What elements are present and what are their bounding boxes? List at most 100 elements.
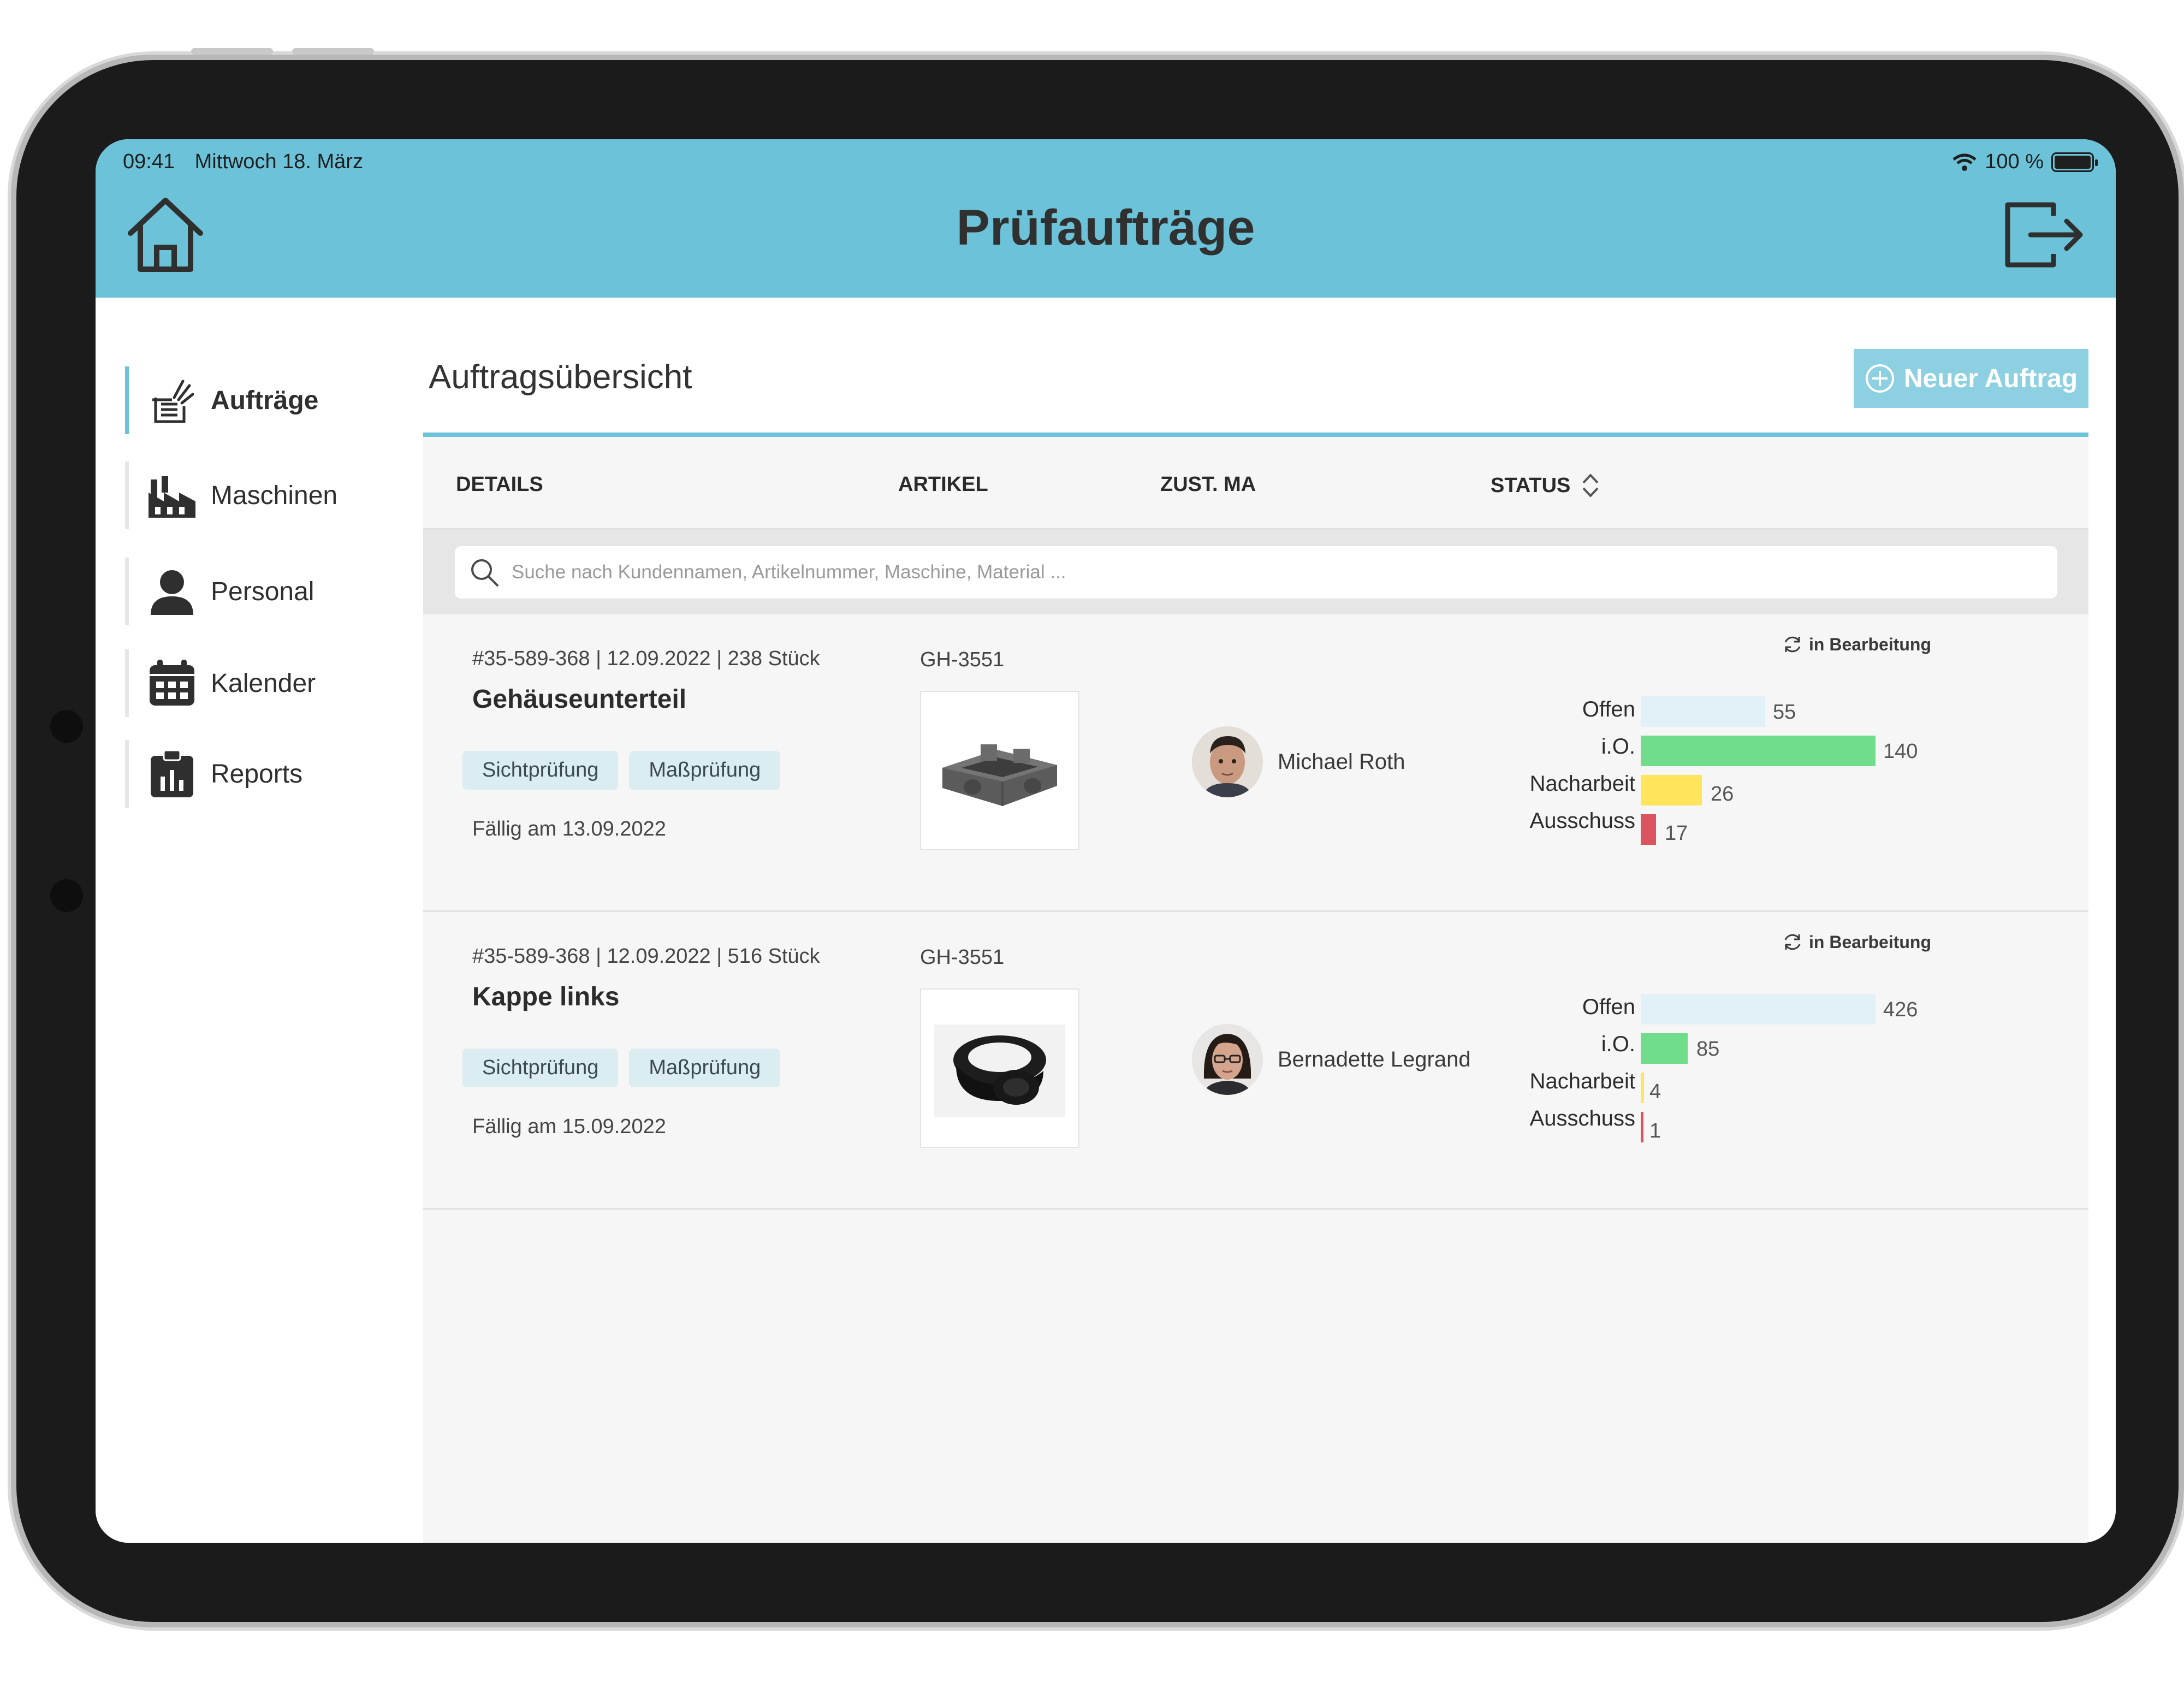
stat-value-ausschuss: 17 (1665, 822, 1688, 845)
tablet-frame: 09:41 Mittwoch 18. März 100 % Prüfaufträ… (11, 48, 2184, 1627)
tag-sichtpruefung[interactable]: Sichtprüfung (462, 751, 619, 790)
wifi-icon (1952, 153, 1977, 171)
cap-part-image (934, 1024, 1065, 1117)
stat-value-io: 140 (1883, 740, 1918, 763)
heading-divider (423, 433, 2088, 437)
order-meta: #35-589-368 | 12.09.2022 | 516 Stück (472, 945, 820, 968)
stat-bar-io (1641, 736, 1876, 766)
stat-value-offen: 55 (1773, 701, 1796, 724)
sidebar-item-label: Reports (211, 759, 303, 789)
column-header-artikel[interactable]: ARTIKEL (898, 473, 988, 496)
table-header: DETAILS ARTIKEL ZUST. MA STATUS (423, 437, 2088, 530)
refresh-icon (1784, 636, 1801, 653)
stat-label-nacharbeit: Nacharbeit (1529, 772, 1635, 796)
article-thumbnail[interactable] (920, 988, 1079, 1148)
stat-bar-ausschuss (1641, 1112, 1643, 1142)
table-row[interactable]: #35-589-368 | 12.09.2022 | 238 Stück Geh… (423, 614, 2088, 912)
new-order-button[interactable]: Neuer Auftrag (1854, 349, 2088, 408)
logout-button[interactable] (2003, 199, 2085, 270)
logout-icon (2005, 202, 2083, 268)
stat-value-offen: 426 (1883, 998, 1918, 1021)
app-title: Prüfaufträge (956, 200, 1255, 256)
article-thumbnail[interactable] (920, 691, 1079, 850)
stat-bar-offen (1641, 696, 1765, 727)
sort-icon[interactable] (1581, 473, 1600, 498)
stat-labels: Offen i.O. Nacharbeit Ausschuss (1493, 691, 1635, 839)
tag-masspruefung[interactable]: Maßprüfung (629, 751, 781, 790)
stat-label-offen: Offen (1582, 697, 1635, 721)
sidebar-item-kalender[interactable]: Kalender (125, 649, 398, 717)
calendar-icon (147, 659, 197, 708)
order-meta: #35-589-368 | 12.09.2022 | 238 Stück (472, 647, 820, 670)
battery-percent: 100 % (1985, 150, 2044, 173)
status-label: in Bearbeitung (1809, 932, 1932, 952)
order-title: Kappe links (472, 982, 620, 1011)
stat-value-nacharbeit: 4 (1649, 1080, 1661, 1103)
orders-table: DETAILS ARTIKEL ZUST. MA STATUS Suche na… (423, 437, 2088, 1543)
column-header-details[interactable]: DETAILS (456, 473, 543, 496)
status-label: in Bearbeitung (1809, 634, 1932, 654)
assignee-name: Michael Roth (1278, 750, 1405, 774)
status-date: Mittwoch 18. März (194, 150, 363, 173)
column-header-status[interactable]: STATUS (1491, 473, 1600, 498)
orders-icon (147, 376, 197, 425)
status-badge: in Bearbeitung (1782, 633, 1931, 655)
app-screen: 09:41 Mittwoch 18. März 100 % Prüfaufträ… (96, 139, 2116, 1543)
camera-dot (50, 710, 83, 743)
status-badge: in Bearbeitung (1782, 931, 1931, 953)
refresh-icon (1784, 934, 1801, 950)
tag-list: Sichtprüfung Maßprüfung (462, 751, 781, 790)
stat-value-nacharbeit: 26 (1711, 783, 1734, 806)
sidebar-item-auftraege[interactable]: Aufträge (125, 366, 398, 434)
sidebar-item-maschinen[interactable]: Maschinen (125, 461, 398, 529)
plus-circle-icon (1865, 364, 1894, 393)
stat-label-ausschuss: Ausschuss (1529, 809, 1635, 833)
new-order-label: Neuer Auftrag (1903, 364, 2078, 393)
article-number: GH-3551 (920, 946, 1005, 969)
search-box[interactable] (455, 546, 2057, 599)
factory-icon (147, 471, 197, 520)
search-icon (471, 559, 498, 587)
article-number: GH-3551 (920, 648, 1005, 671)
sidebar-item-reports[interactable]: Reports (125, 740, 398, 808)
person-icon (147, 567, 197, 616)
stat-bar-nacharbeit (1641, 775, 1702, 806)
sidebar-item-personal[interactable]: Personal (125, 558, 398, 625)
stat-label-io: i.O. (1601, 1032, 1635, 1056)
column-header-status-label: STATUS (1491, 473, 1571, 497)
sidebar-item-label: Kalender (211, 668, 316, 698)
status-time: 09:41 (123, 150, 175, 173)
avatar (1192, 1024, 1263, 1095)
tag-list: Sichtprüfung Maßprüfung (462, 1049, 781, 1087)
volume-button (292, 48, 374, 55)
status-bar-right: 100 % (1952, 150, 2098, 174)
sidebar-item-label: Aufträge (211, 386, 319, 415)
column-header-zust-ma[interactable]: ZUST. MA (1160, 473, 1256, 496)
sidebar: Aufträge Maschinen Personal Kalender Rep… (96, 298, 423, 1543)
app-header: 09:41 Mittwoch 18. März 100 % Prüfaufträ… (96, 139, 2116, 298)
page-title: Auftragsübersicht (429, 358, 692, 396)
housing-part-image (942, 744, 1057, 806)
stat-label-nacharbeit: Nacharbeit (1529, 1069, 1635, 1093)
table-row[interactable]: #35-589-368 | 12.09.2022 | 516 Stück Kap… (423, 912, 2088, 1210)
battery-icon (2051, 152, 2098, 172)
search-input[interactable] (512, 561, 2040, 583)
sidebar-item-label: Personal (211, 577, 314, 606)
clipboard-chart-icon (147, 749, 197, 798)
status-bar-left: 09:41 Mittwoch 18. März (123, 150, 377, 174)
assignee-name: Bernadette Legrand (1278, 1047, 1471, 1071)
stat-bar-nacharbeit (1641, 1073, 1644, 1103)
stat-value-io: 85 (1696, 1038, 1720, 1061)
search-bar-area (423, 530, 2088, 614)
stat-bar-ausschuss (1641, 814, 1656, 845)
stat-labels: Offen i.O. Nacharbeit Ausschuss (1493, 988, 1635, 1137)
sidebar-item-label: Maschinen (211, 481, 338, 510)
avatar (1192, 726, 1263, 797)
tag-masspruefung[interactable]: Maßprüfung (629, 1049, 781, 1087)
stat-label-offen: Offen (1582, 995, 1635, 1019)
avatar-michael-roth (1192, 726, 1263, 797)
avatar-bernadette-legrand (1192, 1024, 1263, 1095)
due-date: Fällig am 15.09.2022 (472, 1115, 666, 1138)
order-title: Gehäuseunterteil (472, 685, 687, 714)
tag-sichtpruefung[interactable]: Sichtprüfung (462, 1049, 619, 1087)
